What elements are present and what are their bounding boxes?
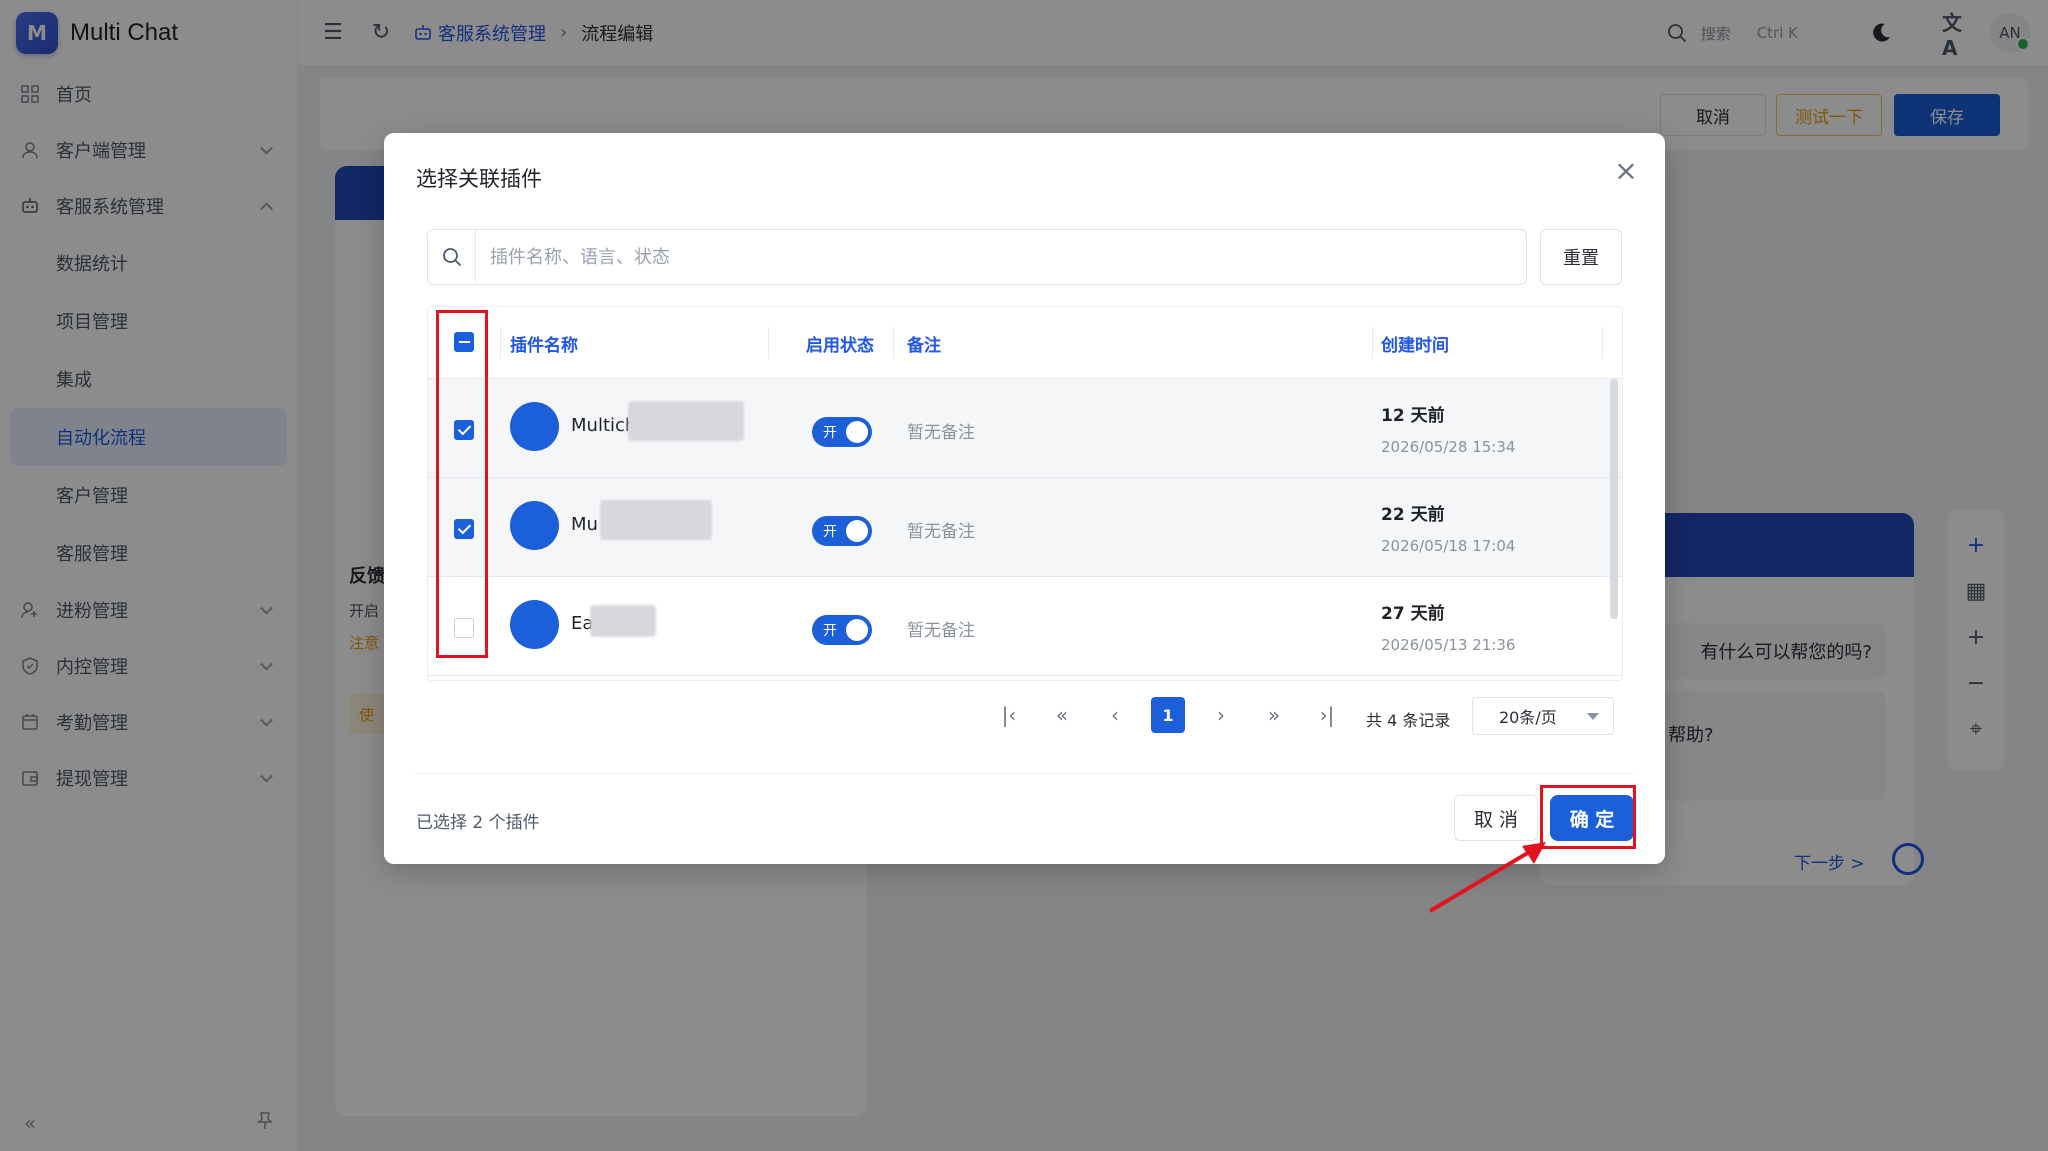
toggle-label: 开 bbox=[823, 524, 837, 540]
table-header: 插件名称 启用状态 备注 创建时间 bbox=[428, 307, 1622, 379]
column-divider bbox=[1372, 327, 1373, 359]
search-icon bbox=[428, 230, 476, 284]
status-toggle[interactable]: 开 bbox=[812, 615, 872, 645]
column-divider bbox=[893, 327, 894, 359]
table-scrollbar[interactable] bbox=[1610, 379, 1618, 619]
row-checkbox[interactable] bbox=[454, 519, 474, 539]
redacted-mask bbox=[628, 401, 744, 441]
redacted-mask bbox=[600, 500, 712, 540]
status-toggle[interactable]: 开 bbox=[812, 516, 872, 546]
plugin-note: 暂无备注 bbox=[907, 621, 975, 641]
plugin-name: Mu bbox=[571, 514, 598, 535]
dialog-cancel-button[interactable]: 取 消 bbox=[1454, 795, 1538, 841]
reset-button[interactable]: 重置 bbox=[1540, 229, 1622, 285]
footer-divider bbox=[414, 773, 1635, 774]
row-checkbox[interactable] bbox=[454, 420, 474, 440]
prev-page-icon[interactable]: ‹ bbox=[1098, 697, 1132, 733]
created-at: 2026/05/28 15:34 bbox=[1381, 438, 1516, 456]
next-group-icon[interactable]: » bbox=[1257, 697, 1291, 733]
page-size-select[interactable]: 20条/页 bbox=[1472, 697, 1614, 735]
created-relative: 12 天前 bbox=[1381, 406, 1445, 426]
redacted-mask bbox=[590, 605, 656, 637]
prev-group-icon[interactable]: « bbox=[1045, 697, 1079, 733]
status-toggle[interactable]: 开 bbox=[812, 417, 872, 447]
created-relative: 27 天前 bbox=[1381, 604, 1445, 624]
column-header-name: 插件名称 bbox=[510, 335, 578, 356]
table-row[interactable]: Multich 开 暂无备注 12 天前 2026/05/28 15:34 bbox=[428, 379, 1622, 478]
plugin-table: 插件名称 启用状态 备注 创建时间 Multich 开 暂无备注 12 天前 2… bbox=[427, 306, 1623, 681]
column-header-created: 创建时间 bbox=[1381, 335, 1449, 356]
column-divider bbox=[768, 327, 769, 359]
select-all-checkbox[interactable] bbox=[454, 332, 474, 352]
column-header-status: 启用状态 bbox=[806, 335, 874, 356]
table-row[interactable]: Ea 开 暂无备注 27 天前 2026/05/13 21:36 bbox=[428, 577, 1622, 676]
plugin-search-input[interactable] bbox=[476, 230, 1526, 284]
created-at: 2026/05/13 21:36 bbox=[1381, 636, 1516, 654]
plugin-note: 暂无备注 bbox=[907, 522, 975, 542]
column-header-note: 备注 bbox=[907, 335, 941, 356]
plugin-note: 暂无备注 bbox=[907, 423, 975, 443]
last-page-icon[interactable]: ›| bbox=[1310, 697, 1344, 733]
plugin-avatar bbox=[510, 501, 559, 550]
page-number-button[interactable]: 1 bbox=[1151, 697, 1185, 733]
plugin-name: Multich bbox=[571, 415, 637, 436]
created-at: 2026/05/18 17:04 bbox=[1381, 537, 1516, 555]
table-row[interactable]: Mu 开 暂无备注 22 天前 2026/05/18 17:04 bbox=[428, 478, 1622, 577]
column-divider bbox=[1602, 327, 1603, 359]
first-page-icon[interactable]: |‹ bbox=[992, 697, 1026, 733]
created-relative: 22 天前 bbox=[1381, 505, 1445, 525]
total-records: 共 4 条记录 bbox=[1366, 711, 1451, 730]
column-divider bbox=[500, 327, 501, 359]
plugin-search bbox=[427, 229, 1527, 285]
next-page-icon[interactable]: › bbox=[1204, 697, 1238, 733]
dialog-confirm-button[interactable]: 确 定 bbox=[1550, 795, 1634, 841]
close-icon[interactable]: × bbox=[1611, 154, 1641, 187]
row-checkbox[interactable] bbox=[454, 618, 474, 638]
select-plugin-dialog: 选择关联插件 × 重置 插件名称 启用状态 备注 创建时间 Multich 开 … bbox=[384, 133, 1665, 864]
selected-count: 已选择 2 个插件 bbox=[416, 813, 540, 833]
toggle-label: 开 bbox=[823, 623, 837, 639]
toggle-label: 开 bbox=[823, 425, 837, 441]
plugin-avatar bbox=[510, 402, 559, 451]
dialog-title: 选择关联插件 bbox=[416, 167, 542, 191]
plugin-avatar bbox=[510, 600, 559, 649]
